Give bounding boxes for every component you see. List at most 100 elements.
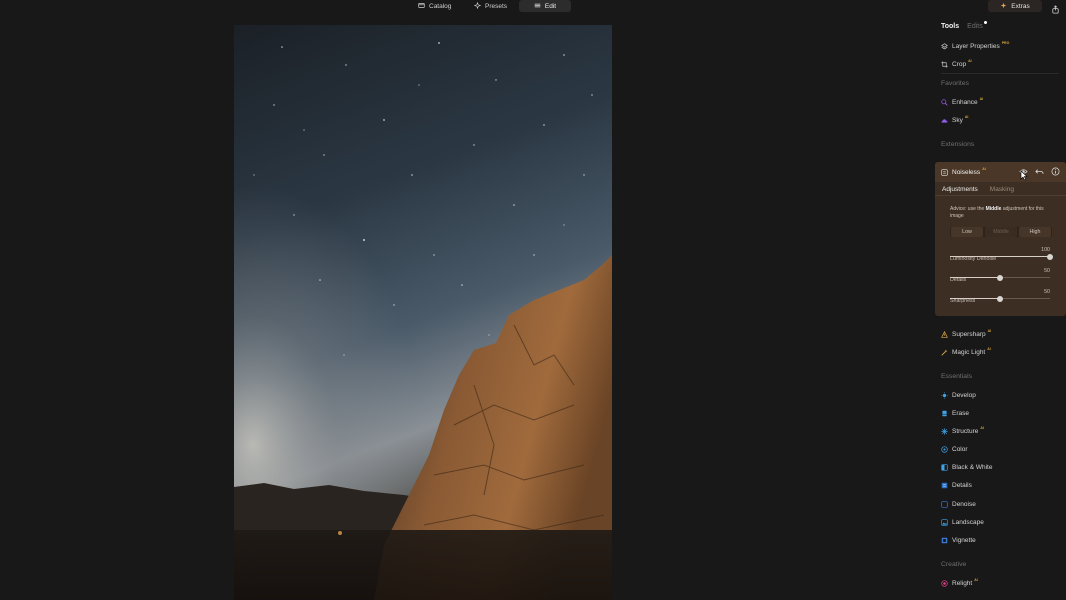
- mouse-cursor-icon: [1020, 170, 1028, 181]
- tool-label: Relight: [952, 579, 973, 587]
- tool-label: Enhance: [952, 98, 978, 106]
- noiseless-tabs: Adjustments Masking: [942, 186, 1014, 193]
- ai-badge: AI: [979, 97, 984, 101]
- extras-label: Extras: [1011, 2, 1030, 10]
- tool-vignette[interactable]: Vignette: [941, 534, 976, 546]
- tabs-divider: [935, 195, 1066, 196]
- tools-panel: Tools Edits Layer Properties PRO Crop AI…: [934, 14, 1066, 600]
- slider-fill: [950, 277, 1000, 278]
- slider-value: 100: [1041, 247, 1050, 253]
- extras-button[interactable]: Extras: [988, 0, 1042, 12]
- tab-edit-label: Edit: [544, 2, 557, 10]
- tool-landscape[interactable]: Landscape: [941, 516, 984, 528]
- undo-icon[interactable]: [1035, 167, 1044, 176]
- tool-layer-properties[interactable]: Layer Properties PRO: [941, 40, 1009, 52]
- level-selector: Low Middle High: [950, 227, 1052, 237]
- level-middle[interactable]: Middle: [985, 227, 1017, 237]
- level-high[interactable]: High: [1019, 227, 1051, 237]
- advice-strong: Middle: [985, 206, 1002, 212]
- ai-badge: AI: [982, 167, 986, 171]
- noiseless-card: Noiseless AI Adjustments Masking Advice:…: [935, 162, 1066, 316]
- tool-erase[interactable]: Erase: [941, 407, 969, 419]
- details-icon: [941, 482, 948, 489]
- slider-handle[interactable]: [997, 274, 1003, 281]
- divider: [941, 73, 1059, 74]
- tool-label: Structure: [952, 427, 979, 435]
- pro-badge: PRO: [1001, 41, 1010, 45]
- landscape-icon: [941, 518, 948, 526]
- noiseless-title[interactable]: Noiseless AI: [941, 166, 986, 178]
- tool-label: Sky: [952, 116, 963, 124]
- level-low[interactable]: Low: [951, 227, 983, 237]
- color-icon: [941, 445, 948, 453]
- tool-magic-light[interactable]: Magic Light AI: [941, 346, 991, 358]
- tool-label: Black & White: [952, 463, 993, 471]
- tab-catalog[interactable]: Catalog: [410, 0, 459, 12]
- denoise-icon: [941, 500, 948, 508]
- tab-tools[interactable]: Tools: [941, 23, 959, 30]
- tab-masking[interactable]: Masking: [990, 186, 1014, 193]
- section-favorites: Favorites: [941, 80, 969, 87]
- slider-value: 50: [1044, 268, 1050, 274]
- tool-black-white[interactable]: Black & White: [941, 461, 992, 473]
- relight-icon: [941, 579, 948, 587]
- black-white-icon: [941, 463, 948, 471]
- enhance-icon: [941, 98, 948, 106]
- tool-label: Landscape: [952, 518, 984, 526]
- tool-crop[interactable]: Crop AI: [941, 58, 972, 70]
- tab-edits-label: Edits: [967, 23, 983, 30]
- tool-details[interactable]: Details: [941, 479, 972, 491]
- tab-edits[interactable]: Edits: [967, 21, 987, 30]
- eraser-icon: [941, 410, 948, 417]
- tab-edit[interactable]: Edit: [519, 0, 571, 12]
- tool-label: Vignette: [952, 536, 976, 544]
- tool-label: Layer Properties: [952, 42, 1000, 50]
- tool-label: Denoise: [952, 500, 976, 508]
- advice-text: Advice: use the Middle adjustment for th…: [950, 206, 1055, 220]
- ai-badge: AI: [980, 426, 984, 430]
- share-icon[interactable]: [1051, 1, 1061, 14]
- tab-adjustments[interactable]: Adjustments: [942, 186, 978, 193]
- tool-label: Details: [952, 481, 972, 489]
- ai-badge: AI: [974, 578, 978, 582]
- presets-icon: [473, 1, 482, 11]
- tool-label: Crop: [952, 60, 967, 68]
- tool-sky[interactable]: Sky AI: [941, 114, 968, 126]
- tool-denoise[interactable]: Denoise: [941, 498, 976, 510]
- slider-fill: [950, 256, 1050, 257]
- tool-label: Erase: [952, 409, 969, 417]
- section-extensions: Extensions: [941, 141, 975, 148]
- tab-presets[interactable]: Presets: [466, 0, 515, 12]
- ai-badge: AI: [964, 115, 969, 119]
- slider-handle[interactable]: [997, 295, 1003, 302]
- tool-color[interactable]: Color: [941, 443, 968, 455]
- tool-relight[interactable]: Relight AI: [941, 577, 978, 589]
- ai-badge: AI: [987, 347, 991, 351]
- catalog-icon: [418, 2, 425, 11]
- tool-structure[interactable]: Structure AI: [941, 425, 984, 437]
- tool-supersharp[interactable]: Supersharp AI: [941, 328, 991, 340]
- layers-icon: [941, 42, 948, 50]
- supersharp-icon: [941, 330, 948, 338]
- tool-enhance[interactable]: Enhance AI: [941, 96, 983, 108]
- tab-catalog-label: Catalog: [429, 2, 452, 10]
- top-bar: Catalog Presets Edit Extras: [0, 0, 1066, 14]
- ai-badge: AI: [968, 59, 972, 63]
- tool-develop[interactable]: Develop: [941, 389, 976, 401]
- magic-light-icon: [941, 349, 948, 356]
- slider-sharpness: Sharpness 50: [950, 289, 1050, 307]
- slider-handle[interactable]: [1047, 253, 1053, 260]
- ai-badge: AI: [987, 329, 992, 333]
- vignette-icon: [941, 537, 948, 544]
- edit-icon: [534, 2, 541, 11]
- info-icon[interactable]: [1051, 167, 1060, 176]
- tab-presets-label: Presets: [485, 2, 508, 10]
- tool-label: Color: [952, 445, 968, 453]
- tool-label: Magic Light: [952, 348, 986, 356]
- panel-tabs: Tools Edits: [941, 21, 987, 30]
- noiseless-label: Noiseless: [952, 168, 981, 176]
- section-creative: Creative: [941, 561, 967, 568]
- tool-label: Develop: [952, 391, 976, 399]
- photo-canvas[interactable]: [234, 25, 612, 600]
- extras-icon: [1000, 2, 1007, 11]
